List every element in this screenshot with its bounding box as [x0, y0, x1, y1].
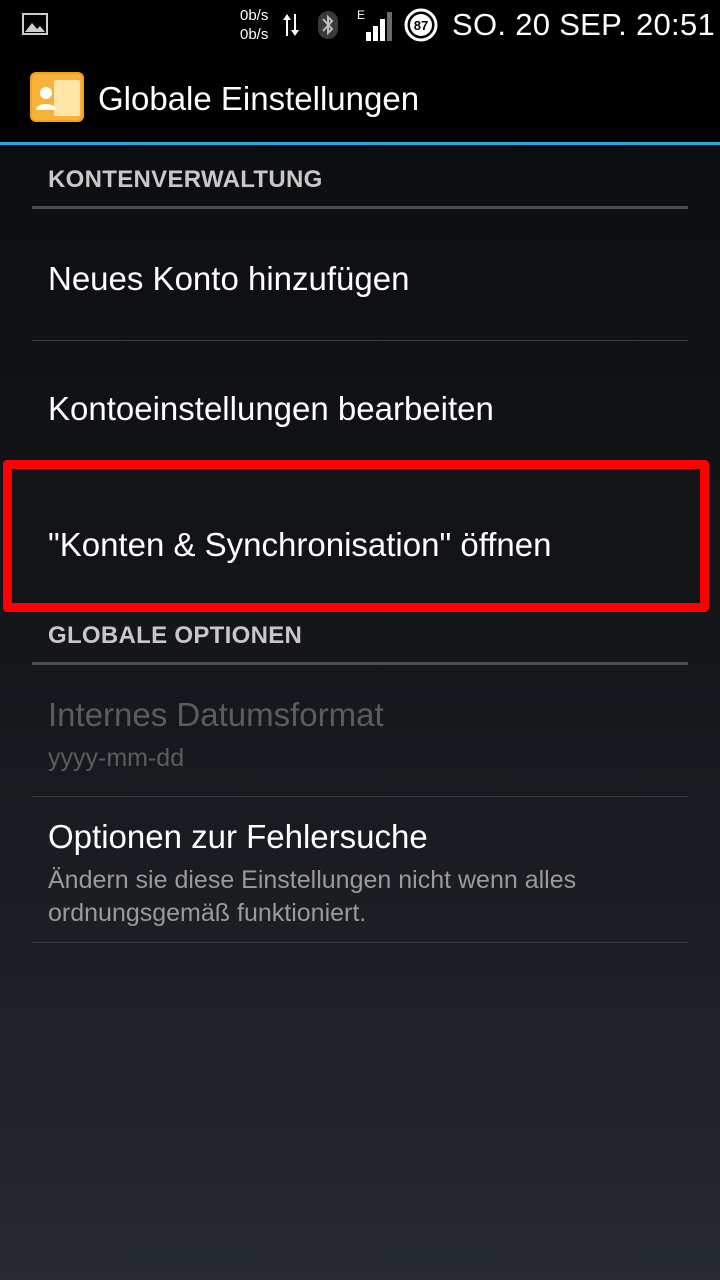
upload-speed: 0b/s — [240, 7, 269, 24]
battery-icon: 87 — [404, 8, 438, 42]
network-speed: 0b/s 0b/s — [240, 6, 268, 44]
bluetooth-icon — [318, 11, 338, 39]
battery-level: 87 — [414, 18, 428, 33]
action-bar: Globale Einstellungen — [0, 50, 720, 144]
preference-item-open-accounts-sync[interactable]: "Konten & Synchronisation" öffnen — [3, 460, 709, 612]
preference-title: Kontoeinstellungen bearbeiten — [48, 390, 494, 427]
preference-item-date-format: Internes Datumsformat yyyy-mm-dd — [0, 666, 720, 796]
download-speed: 0b/s — [240, 26, 269, 43]
clock: SO. 20 SEP. 20:51 — [452, 7, 716, 42]
network-type-label: E — [357, 8, 365, 22]
action-bar-divider — [0, 142, 720, 145]
preference-title: Optionen zur Fehlersuche — [48, 818, 428, 855]
preference-summary: Ändern sie diese Einstellungen nicht wen… — [48, 866, 577, 927]
section-header-kontenverwaltung: KONTENVERWALTUNG — [48, 166, 323, 193]
preference-title: "Konten & Synchronisation" öffnen — [48, 526, 552, 563]
section-divider — [32, 662, 688, 665]
preference-item-debug-options[interactable]: Optionen zur Fehlersuche Ändern sie dies… — [0, 798, 720, 942]
preference-item-edit-account-settings[interactable]: Kontoeinstellungen bearbeiten — [0, 342, 720, 458]
app-folder-icon[interactable] — [28, 68, 86, 126]
picture-notification-icon — [22, 13, 48, 35]
page-title: Globale Einstellungen — [98, 80, 420, 117]
list-divider — [32, 340, 688, 341]
list-divider — [32, 796, 688, 797]
list-divider — [32, 942, 688, 943]
preference-title: Internes Datumsformat — [48, 696, 384, 733]
preference-title: Neues Konto hinzufügen — [48, 260, 410, 297]
section-header-globale-optionen: GLOBALE OPTIONEN — [48, 622, 303, 649]
status-bar: 0b/s 0b/s E 87 SO. 20 SEP. 20:51 — [0, 0, 720, 50]
data-transfer-icon — [283, 14, 299, 36]
preference-item-add-account[interactable]: Neues Konto hinzufügen — [0, 210, 720, 340]
signal-strength-icon: E — [357, 8, 392, 41]
section-divider — [32, 206, 688, 209]
preference-summary: yyyy-mm-dd — [48, 744, 185, 772]
